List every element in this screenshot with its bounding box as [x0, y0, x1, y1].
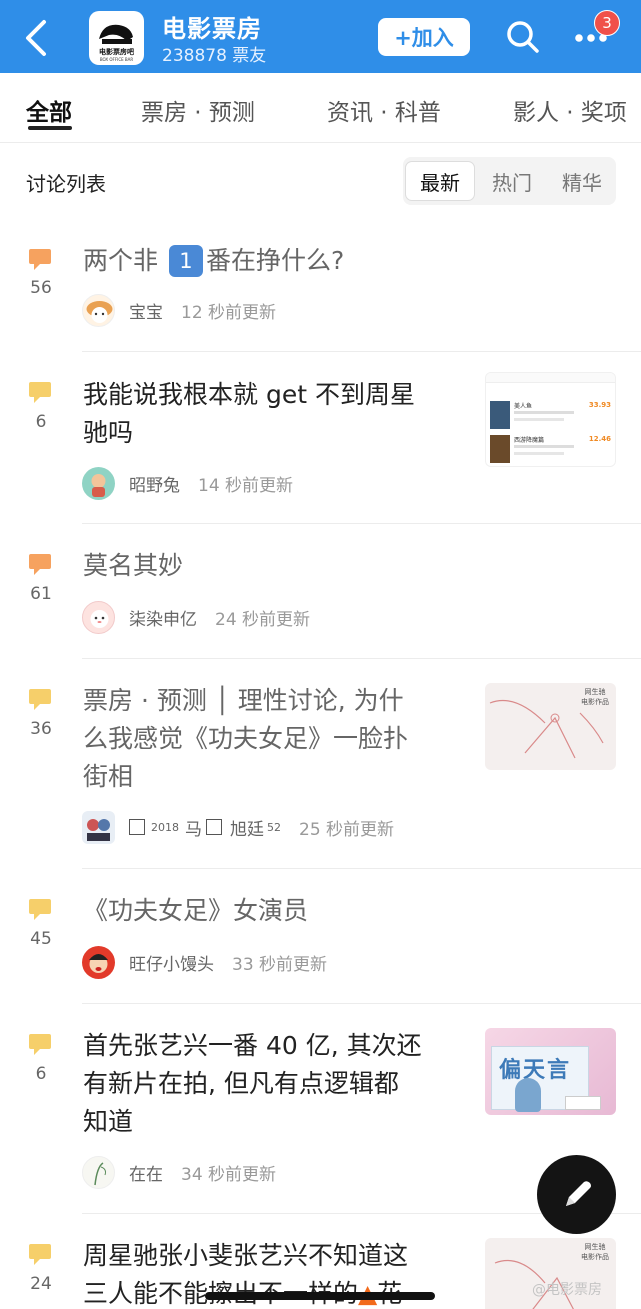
svg-text:电影票房吧: 电影票房吧 — [99, 47, 134, 56]
tab-box-office[interactable]: 票房 · 预测 — [141, 93, 255, 127]
thumb-movie-name: 西游降魔篇 — [514, 437, 545, 444]
post-thumbnail[interactable]: 美人鱼 33.93 西游降魔篇 12.46 — [485, 372, 616, 467]
post-title: 两个非 1 番在挣什么? — [83, 242, 344, 280]
back-button[interactable] — [20, 18, 54, 58]
post-title-line: 首先张艺兴一番 40 亿, 其次还 — [83, 1031, 422, 1060]
home-indicator[interactable] — [205, 1292, 435, 1300]
post-title: 莫名其妙 — [83, 551, 184, 580]
thumb-caption: 网生驰 电影作品 — [581, 688, 609, 706]
pencil-icon — [565, 1180, 591, 1206]
tab-people[interactable]: 影人 · 奖项 — [513, 93, 627, 127]
list-item[interactable]: 56 两个非 1 番在挣什么? 宝宝 12 秒前更新 — [0, 230, 641, 352]
sort-latest[interactable]: 最新 — [405, 161, 475, 201]
avatar[interactable] — [82, 1155, 115, 1189]
avatar[interactable] — [82, 466, 115, 500]
sort-featured[interactable]: 精华 — [547, 161, 617, 201]
comment-icon — [29, 249, 51, 270]
post-title: 《功夫女足》女演员 — [83, 896, 309, 925]
reply-count: 36 — [30, 719, 52, 739]
thumb-movie-name: 美人鱼 — [514, 403, 533, 410]
post-title: 票房 · 预测 │ 理性讨论, 为什 么我感觉《功夫女足》一脸扑 街相 — [83, 682, 408, 796]
svg-text:BOX OFFICE BAR: BOX OFFICE BAR — [100, 57, 134, 62]
username-part: 52 — [267, 820, 281, 834]
post-title-line: 街相 — [83, 762, 134, 791]
join-button[interactable]: +加入 — [378, 18, 470, 56]
reply-count: 24 — [30, 1274, 52, 1294]
watermark: @电影票房 — [532, 1282, 602, 1298]
bar-name[interactable]: 电影票房 — [162, 9, 262, 44]
post-thumbnail[interactable]: 网生驰 电影作品 — [485, 683, 616, 770]
reply-count: 56 — [30, 278, 52, 298]
category-tabs: 全部 票房 · 预测 资讯 · 科普 影人 · 奖项 — [0, 73, 641, 143]
tab-news[interactable]: 资讯 · 科普 — [327, 93, 441, 127]
comment-icon — [29, 382, 51, 403]
username[interactable]: 旺仔小馒头 — [129, 950, 214, 975]
thumb-movie-value: 33.93 — [588, 401, 611, 409]
search-button[interactable] — [505, 19, 541, 55]
list-title: 讨论列表 — [26, 172, 106, 196]
username[interactable]: 昭野兔 — [129, 471, 180, 496]
comment-icon — [29, 1034, 51, 1055]
reply-count: 45 — [30, 929, 52, 949]
reply-count: 6 — [35, 1064, 47, 1084]
list-item[interactable]: 36 票房 · 预测 │ 理性讨论, 为什 么我感觉《功夫女足》一脸扑 街相 2… — [0, 659, 641, 869]
post-title: 首先张艺兴一番 40 亿, 其次还 有新片在拍, 但凡有点逻辑都 知道 — [83, 1027, 422, 1141]
thumb-movie-value: 12.46 — [588, 435, 611, 443]
avatar[interactable] — [82, 945, 115, 979]
username-part: 2018 — [151, 820, 179, 834]
update-time: 12 秒前更新 — [181, 302, 277, 323]
update-time: 14 秒前更新 — [198, 475, 294, 496]
username-part[interactable]: 旭廷 — [230, 815, 264, 840]
post-title-line: 周星驰张小斐张艺兴不知道这 — [83, 1241, 409, 1270]
username-part[interactable]: 马 — [185, 815, 202, 840]
post-title-line: 知道 — [83, 1107, 134, 1136]
logo-mark-icon: 电影票房吧 BOX OFFICE BAR — [99, 24, 134, 62]
post-title-part: 番在挣什么? — [205, 246, 345, 275]
avatar[interactable] — [82, 600, 115, 634]
avatar[interactable] — [82, 293, 115, 327]
update-time: 24 秒前更新 — [215, 609, 311, 630]
keycap-one: 1 — [168, 245, 203, 277]
reply-count: 61 — [30, 584, 52, 604]
update-time: 25 秒前更新 — [299, 819, 395, 840]
thumb-caption: 网生驰 电影作品 — [581, 1243, 609, 1261]
sort-switch: 最新 热门 精华 — [403, 157, 616, 205]
chevron-left-icon — [26, 20, 46, 56]
comment-icon — [29, 689, 51, 710]
bar-logo[interactable]: 电影票房吧 BOX OFFICE BAR — [89, 11, 144, 65]
list-item[interactable]: 61 莫名其妙 柒染申亿 24 秒前更新 — [0, 524, 641, 658]
reply-count: 6 — [35, 412, 47, 432]
post-title-line: 驰吗 — [83, 418, 134, 447]
active-tab-indicator — [28, 126, 72, 130]
comment-icon — [29, 899, 51, 920]
glyph-box-icon — [129, 819, 145, 835]
list-item[interactable]: 6 我能说我根本就 get 不到周星 驰吗 昭野兔 14 秒前更新 美人鱼 33… — [0, 352, 641, 524]
post-thumbnail[interactable]: 偏天言 — [485, 1028, 616, 1115]
username[interactable]: 在在 — [129, 1160, 163, 1185]
compose-button[interactable] — [537, 1155, 616, 1234]
update-time: 34 秒前更新 — [181, 1164, 277, 1185]
post-title-line: 有新片在拍, 但凡有点逻辑都 — [83, 1069, 399, 1098]
username[interactable]: 柒染申亿 — [129, 605, 197, 630]
join-label: +加入 — [394, 26, 454, 50]
glyph-box-icon — [206, 819, 222, 835]
update-time: 33 秒前更新 — [232, 954, 328, 975]
search-icon — [507, 21, 539, 53]
username[interactable]: 宝宝 — [129, 298, 163, 323]
member-count: 238878 票友 — [162, 46, 267, 66]
list-item[interactable]: 45 《功夫女足》女演员 旺仔小馒头 33 秒前更新 — [0, 869, 641, 1003]
avatar[interactable] — [82, 810, 115, 844]
post-title-line: 我能说我根本就 get 不到周星 — [83, 380, 415, 409]
post-title: 我能说我根本就 get 不到周星 驰吗 — [83, 376, 415, 452]
comment-icon — [29, 1244, 51, 1265]
post-title-part: 两个非 — [83, 246, 166, 275]
post-title-line: 么我感觉《功夫女足》一脸扑 — [83, 724, 409, 753]
tab-all[interactable]: 全部 — [26, 93, 72, 127]
comment-icon — [29, 554, 51, 575]
post-title-line: 票房 · 预测 │ 理性讨论, 为什 — [83, 686, 404, 715]
sort-hot[interactable]: 热门 — [477, 161, 547, 201]
notification-badge: 3 — [594, 10, 620, 36]
top-bar: 电影票房吧 BOX OFFICE BAR 电影票房 238878 票友 +加入 … — [0, 0, 641, 73]
